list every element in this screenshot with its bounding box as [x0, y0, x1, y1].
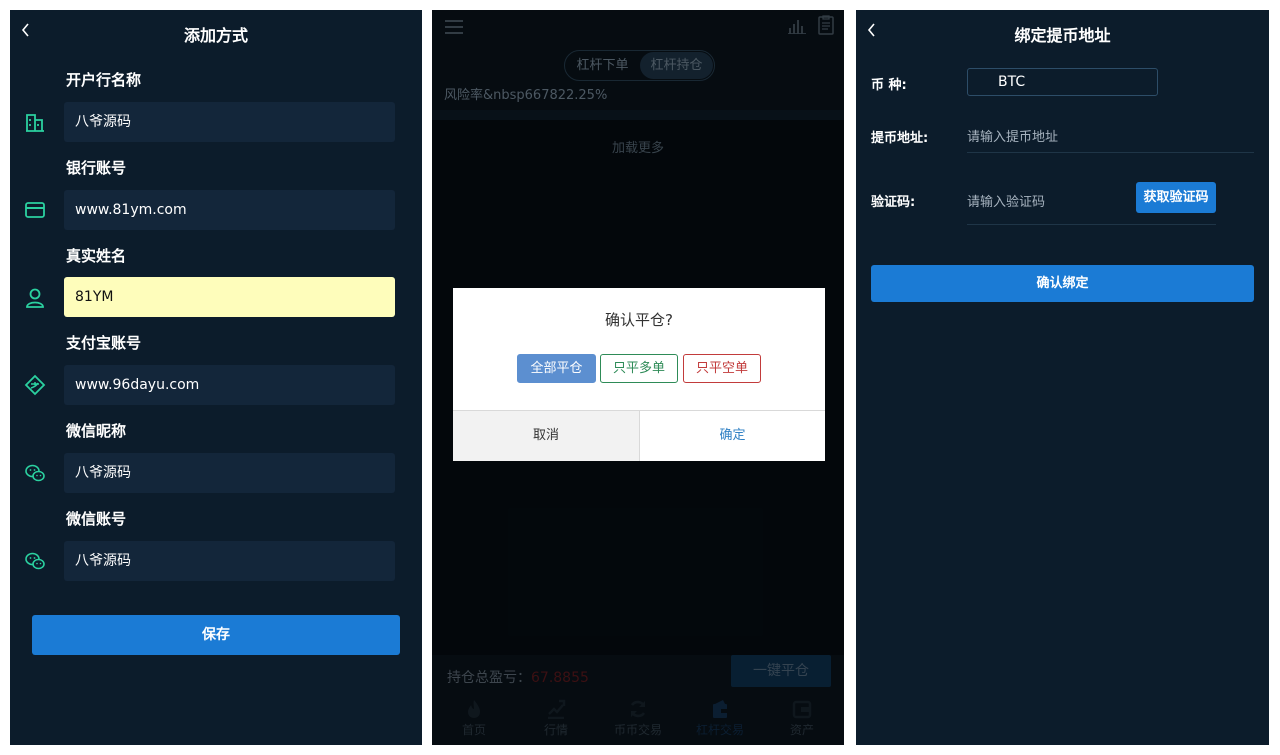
wechat-account-input[interactable]: 八爷源码: [64, 541, 395, 581]
card-icon: [25, 202, 45, 218]
bank-account-input[interactable]: www.81ym.com: [64, 190, 395, 230]
coin-select[interactable]: BTC: [967, 68, 1158, 96]
leverage-positions-screen: 杠杆下单 杠杆持仓 风险率&nbsp667822.25% 加载更多 持仓总盈亏：…: [432, 10, 844, 745]
code-underline: [967, 224, 1216, 225]
page-title: 绑定提币地址: [1014, 26, 1111, 45]
wechat-nickname-label: 微信昵称: [66, 422, 127, 440]
confirm-button[interactable]: 确定: [639, 411, 825, 461]
close-short-only-button[interactable]: 只平空单: [683, 354, 761, 383]
bank-name-input[interactable]: 八爷源码: [64, 102, 395, 142]
dialog-footer: 取消 确定: [453, 410, 825, 461]
get-code-button[interactable]: 获取验证码: [1136, 182, 1216, 213]
address-underline: [967, 152, 1254, 153]
wechat-account-label: 微信账号: [66, 510, 127, 528]
bank-account-label: 银行账号: [66, 159, 127, 177]
page-title: 添加方式: [183, 26, 248, 45]
address-input[interactable]: 请输入提币地址: [967, 126, 1058, 145]
real-name-input[interactable]: 81YM: [64, 277, 395, 317]
add-method-screen: 添加方式 开户行名称 八爷源码 银行账号 www.81ym.com 真实姓名 8…: [10, 10, 422, 745]
real-name-label: 真实姓名: [66, 247, 127, 265]
close-long-only-button[interactable]: 只平多单: [600, 354, 678, 383]
coin-label: 币 种:: [871, 78, 907, 93]
user-icon: [26, 288, 44, 308]
bank-name-label: 开户行名称: [66, 71, 142, 89]
close-all-positions-button[interactable]: 全部平仓: [517, 354, 596, 383]
close-position-dialog: 确认平仓? 全部平仓 只平多单 只平空单 取消 确定: [453, 288, 825, 461]
header: 添加方式: [10, 10, 422, 54]
alipay-icon: [24, 374, 46, 396]
confirm-bind-button[interactable]: 确认绑定: [871, 265, 1254, 302]
save-button[interactable]: 保存: [32, 615, 400, 655]
bind-address-screen: 绑定提币地址 币 种: BTC 提币地址: 请输入提币地址 验证码: 请输入验证…: [856, 10, 1269, 745]
address-label: 提币地址:: [871, 131, 929, 146]
wechat-icon: [25, 552, 45, 570]
code-input[interactable]: 请输入验证码: [967, 191, 1045, 210]
wechat-icon: [25, 464, 45, 482]
wechat-nickname-input[interactable]: 八爷源码: [64, 453, 395, 493]
bank-building-icon: [26, 114, 44, 132]
dialog-title: 确认平仓?: [605, 311, 673, 329]
code-label: 验证码:: [871, 195, 916, 210]
alipay-account-input[interactable]: www.96dayu.com: [64, 365, 395, 405]
header: 绑定提币地址: [856, 10, 1269, 54]
alipay-account-label: 支付宝账号: [66, 334, 142, 352]
cancel-button[interactable]: 取消: [453, 411, 639, 461]
